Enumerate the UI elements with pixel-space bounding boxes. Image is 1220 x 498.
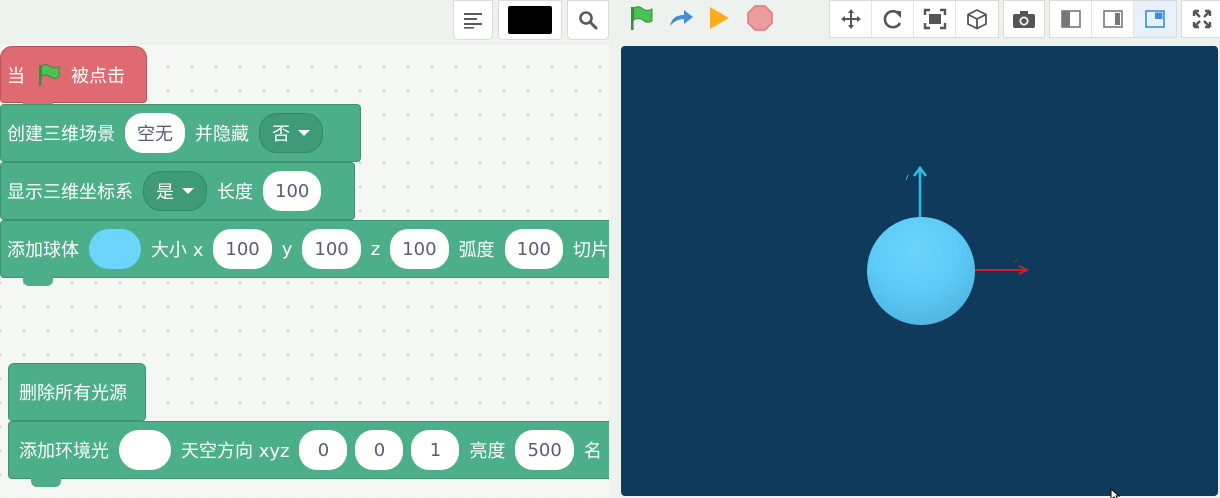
hide-label: 并隐藏	[195, 124, 249, 145]
cube-icon	[967, 9, 987, 30]
sky-dir-z-input[interactable]: 1	[411, 430, 460, 470]
ambient-trailing-label: 名	[583, 441, 602, 462]
length-label: 长度	[217, 182, 253, 203]
fullscreen-button[interactable]	[1182, 1, 1220, 37]
hide-dropdown-value: 否	[272, 124, 290, 145]
play-button[interactable]	[703, 0, 735, 36]
color-swatch	[508, 6, 552, 34]
layout-tools	[1049, 0, 1177, 38]
move-icon	[840, 9, 861, 29]
fit-screen-icon	[923, 8, 946, 30]
ambient-color-input[interactable]	[119, 430, 171, 470]
hide-dropdown[interactable]: 否	[259, 113, 323, 153]
brightness-label: 亮度	[469, 441, 506, 462]
size-y-input[interactable]: 100	[302, 229, 361, 269]
slice-label: 切片	[572, 240, 609, 261]
search-icon	[579, 11, 598, 30]
code-view-button[interactable]	[453, 0, 493, 40]
remove-lights-label: 删除所有光源	[19, 383, 127, 404]
layout-right-icon	[1102, 10, 1123, 28]
code-workspace[interactable]: 当 被点击 创建三维场景 空无 并隐藏 否 显示三维坐标系 是 长度 100 添…	[0, 45, 609, 498]
create-3d-scene-block[interactable]: 创建三维场景 空无 并隐藏 否	[0, 104, 361, 162]
rotate-button[interactable]	[872, 1, 914, 37]
brightness-input[interactable]: 500	[515, 430, 574, 470]
view-tools	[829, 0, 999, 38]
hat-prefix: 当	[7, 65, 25, 87]
redo-arrow-icon	[670, 10, 693, 26]
layout-left-icon	[1060, 10, 1081, 28]
y-axis-tick	[905, 174, 909, 181]
add-sphere-label: 添加球体	[7, 240, 79, 261]
layout-left-button[interactable]	[1050, 1, 1092, 37]
scene-name-input[interactable]: 空无	[125, 113, 185, 153]
fit-view-button[interactable]	[914, 1, 956, 37]
step-button[interactable]	[663, 0, 699, 36]
chevron-down-icon	[182, 188, 194, 194]
ambient-label: 添加环境光	[19, 441, 109, 462]
size-x-input[interactable]: 100	[213, 229, 272, 269]
size-x-label: 大小 x	[151, 240, 204, 261]
create-scene-label: 创建三维场景	[7, 124, 115, 145]
arc-label: 弧度	[458, 240, 495, 261]
fullscreen-icon	[1192, 9, 1212, 29]
chevron-down-icon	[298, 130, 310, 136]
remove-all-lights-block[interactable]: 删除所有光源	[8, 363, 146, 421]
size-z-label: z	[370, 238, 381, 260]
sky-direction-label: 天空方向 xyz	[181, 441, 290, 462]
layout-right-button[interactable]	[1092, 1, 1134, 37]
color-picker-button[interactable]	[498, 0, 562, 40]
sphere-color-input[interactable]	[89, 229, 141, 269]
stop-button[interactable]	[742, 0, 778, 36]
show-axes-dropdown[interactable]: 是	[143, 171, 207, 211]
hat-suffix: 被点击	[71, 65, 125, 87]
screenshot-tool	[1003, 0, 1045, 38]
show-axes-label: 显示三维坐标系	[7, 182, 133, 203]
sky-dir-x-input[interactable]: 0	[299, 430, 348, 470]
play-icon	[710, 7, 729, 29]
sky-dir-y-input[interactable]: 0	[355, 430, 404, 470]
green-flag-icon	[39, 63, 60, 86]
move-button[interactable]	[830, 1, 872, 37]
mouse-cursor-icon	[1110, 488, 1120, 498]
size-z-input[interactable]: 100	[390, 229, 449, 269]
align-left-icon	[464, 13, 482, 29]
green-flag-button[interactable]	[622, 0, 658, 36]
camera-icon	[1013, 11, 1035, 28]
cube-view-button[interactable]	[956, 1, 998, 37]
add-ambient-light-block[interactable]: 添加环境光 天空方向 xyz 0 0 1 亮度 500 名	[8, 421, 609, 487]
arc-input[interactable]: 100	[504, 229, 563, 269]
stage-canvas[interactable]	[621, 46, 1218, 496]
search-button[interactable]	[567, 0, 609, 40]
green-flag-icon	[631, 6, 653, 30]
size-y-label: y	[281, 238, 293, 260]
show-axes-dropdown-value: 是	[156, 182, 174, 203]
screenshot-button[interactable]	[1004, 1, 1044, 37]
add-sphere-block[interactable]: 添加球体 大小 x 100 y 100 z 100 弧度 100 切片	[0, 220, 609, 286]
when-flag-clicked-block[interactable]: 当 被点击	[0, 46, 147, 111]
axis-length-input[interactable]: 100	[263, 171, 322, 211]
fullscreen-tool	[1181, 0, 1220, 38]
stop-icon	[747, 5, 773, 31]
x-axis-tick	[1014, 259, 1018, 263]
layout-small-stage-icon	[1145, 10, 1165, 28]
show-3d-axes-block[interactable]: 显示三维坐标系 是 长度 100	[0, 162, 355, 220]
rotate-icon	[883, 9, 901, 29]
sphere-object[interactable]	[867, 217, 975, 325]
layout-small-stage-button[interactable]	[1134, 1, 1176, 37]
